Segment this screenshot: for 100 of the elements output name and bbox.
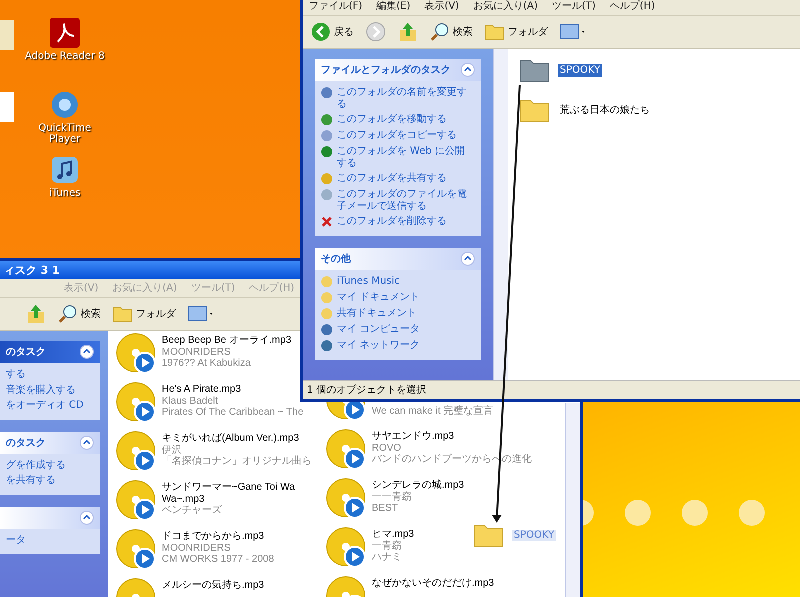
menu-item[interactable]: ツール(T) [552, 0, 596, 13]
folder-icon [321, 292, 333, 304]
album-name: 1976?? At Kabukiza [162, 358, 251, 370]
folder-name[interactable]: SPOOKY [558, 64, 602, 76]
music-app-icon[interactable] [50, 155, 80, 185]
menu-item[interactable]: ファイル(F) [309, 0, 363, 13]
file-name[interactable]: Beep Beep Be オーライ.mp3 [162, 335, 292, 346]
dot-pattern [739, 500, 765, 526]
audio-file-icon [116, 431, 158, 473]
task-link[interactable]: をオーディオ CD [6, 400, 94, 412]
file-name[interactable]: サヤエンドウ.mp3 [372, 431, 454, 442]
artist-name: 一青窈 [372, 540, 402, 552]
toolbar-button[interactable]: 検索 [56, 304, 103, 324]
toolbar-button[interactable]: フォルダ [111, 305, 178, 323]
album-name: BEST [372, 503, 398, 514]
file-name[interactable]: なぜかないそのだだけ.mp3 [372, 578, 494, 590]
task-link[interactable]: このフォルダを Web に公開する [321, 146, 475, 169]
task-link[interactable]: する [6, 369, 94, 380]
pdf-app-icon[interactable] [50, 18, 80, 48]
folder-name[interactable]: 荒ぶる日本の娘たち [558, 102, 652, 118]
toolbar-button[interactable] [364, 22, 388, 42]
task-icon [321, 189, 333, 201]
task-link[interactable]: マイ ドキュメント [321, 292, 475, 304]
file-name[interactable]: ヒマ.mp3 [372, 529, 414, 540]
artist-name: MOONRIDERS [162, 346, 231, 358]
task-link[interactable]: を共有する [6, 475, 94, 486]
artist-name: 一一青窈 [372, 492, 412, 503]
status-text: 1 個のオブジェクトを選択 [307, 384, 427, 397]
task-link[interactable]: グを作成する [6, 460, 94, 471]
file-name[interactable]: サンドワーマー~Gane Toi Wa Wa~.mp3 [162, 482, 312, 505]
folder-up-icon [26, 304, 46, 324]
task-link[interactable]: ータ [6, 534, 94, 546]
task-link[interactable]: マイ ネットワーク [321, 340, 475, 352]
artist-name: ROVO [372, 442, 402, 454]
audio-file-icon [326, 527, 368, 569]
dragged-folder-name: SPOOKY [512, 530, 556, 540]
audio-file-icon [326, 478, 368, 520]
task-icon [321, 114, 333, 126]
computer-icon [321, 324, 333, 336]
task-icon [321, 173, 333, 185]
album-name: We can make it 完璧な宣言 [372, 406, 494, 418]
collapse-icon[interactable] [80, 345, 94, 359]
task-link[interactable]: このフォルダを移動する [321, 114, 475, 126]
task-icon [321, 130, 333, 142]
collapse-icon[interactable] [461, 252, 475, 266]
task-link[interactable]: このフォルダのファイルを電子メールで送信する [321, 189, 475, 212]
folder-icon [321, 276, 333, 288]
audio-file-icon [116, 382, 158, 424]
file-name[interactable]: ドコまでからから.mp3 [162, 531, 264, 542]
collapse-icon[interactable] [80, 510, 94, 524]
artist-name: MOONRIDERS [162, 542, 231, 554]
task-link[interactable]: iTunes Music [321, 276, 475, 288]
views-icon [188, 305, 214, 323]
task-icon [321, 87, 333, 99]
collapse-icon[interactable] [461, 63, 475, 77]
scrollbar[interactable] [565, 403, 580, 597]
toolbar-button[interactable]: 戻る [309, 22, 356, 42]
task-link[interactable]: 音楽を購入する [6, 384, 94, 396]
dot-pattern [682, 500, 708, 526]
audio-file-icon [116, 480, 158, 522]
menu-item[interactable]: お気に入り(A) [473, 0, 538, 13]
menu-item[interactable]: ヘルプ(H) [610, 0, 656, 13]
file-name[interactable]: キミがいれば(Album Ver.).mp3 [162, 433, 300, 444]
menu-item[interactable]: 表示(V) [424, 0, 460, 13]
network-icon [321, 340, 333, 352]
task-link[interactable]: このフォルダを共有する [321, 173, 475, 185]
views-icon [560, 23, 586, 41]
task-link[interactable]: このフォルダをコピーする [321, 130, 475, 142]
scrollbar[interactable] [493, 49, 508, 380]
toolbar-button[interactable] [186, 305, 216, 323]
media-player-icon[interactable] [50, 90, 80, 120]
menu-item[interactable]: 編集(E) [376, 0, 411, 13]
artist-name: Klaus Badelt [162, 396, 218, 407]
task-link[interactable]: マイ コンピュータ [321, 324, 475, 336]
file-name[interactable]: シンデレラの城.mp3 [372, 480, 464, 492]
task-icon [321, 146, 333, 158]
task-link[interactable]: このフォルダの名前を変更する [321, 87, 475, 110]
album-name: ハナミ [372, 552, 402, 564]
toolbar-button[interactable]: 検索 [428, 22, 475, 42]
album-name: Pirates Of The Caribbean ~ The [162, 407, 304, 418]
folder-up-icon [398, 22, 418, 42]
audio-file-icon [116, 529, 158, 571]
file-name[interactable]: He's A Pirate.mp3 [162, 384, 242, 396]
delete-icon [321, 216, 333, 228]
artist-name: ベンチャーズ [162, 505, 222, 516]
task-link[interactable]: このフォルダを削除する [321, 216, 475, 228]
search-icon [430, 22, 450, 42]
collapse-icon[interactable] [80, 436, 94, 450]
folder-icon [485, 23, 505, 41]
task-link[interactable]: 共有ドキュメント [321, 308, 475, 320]
audio-file-icon [326, 429, 368, 471]
toolbar-button[interactable]: フォルダ [483, 23, 550, 41]
search-icon [58, 304, 78, 324]
folder-icon [321, 308, 333, 320]
album-name: CM WORKS 1977 - 2008 [162, 554, 274, 566]
dot-pattern [625, 500, 651, 526]
file-name[interactable]: メルシーの気持ち.mp3 [162, 580, 264, 592]
artist-name: 伊沢 [162, 444, 182, 456]
toolbar-button[interactable] [558, 23, 588, 41]
folder-icon [113, 305, 133, 323]
